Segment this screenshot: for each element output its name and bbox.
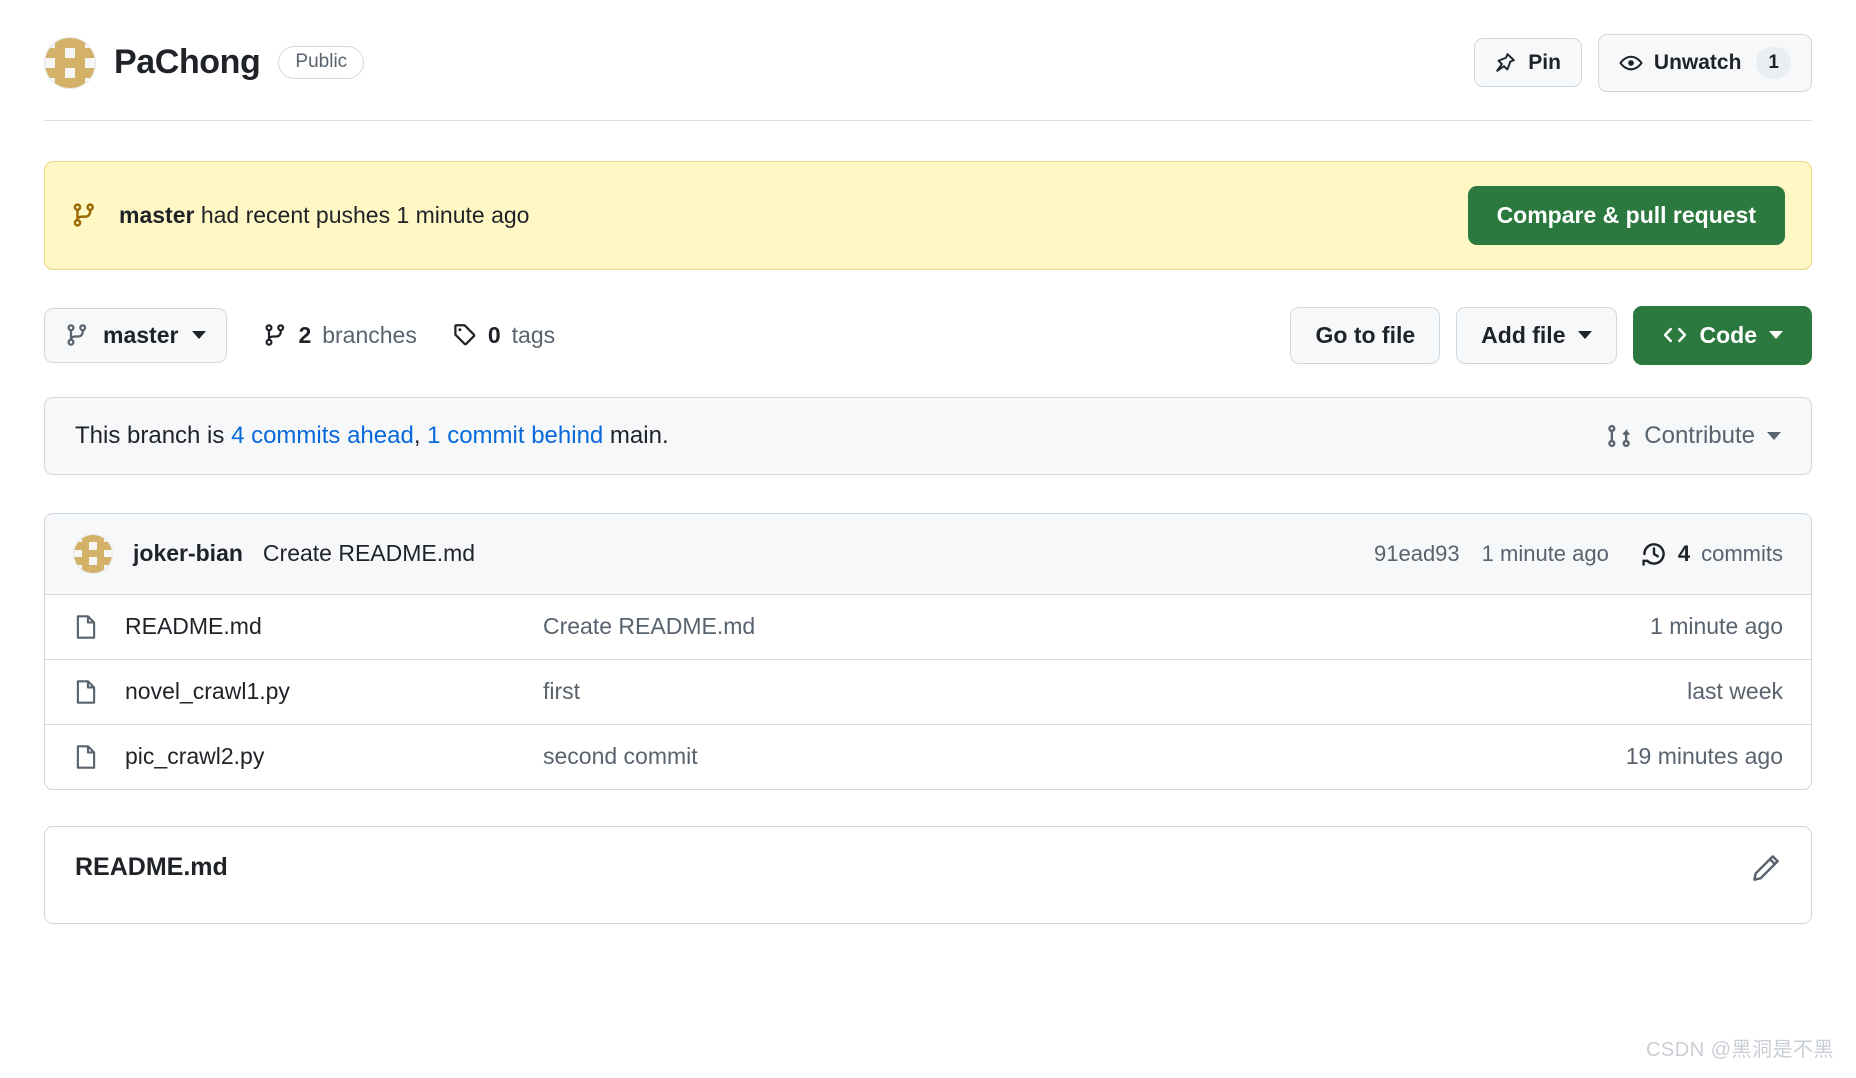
header-actions: Pin Unwatch 1 [1474, 34, 1812, 92]
tag-icon [453, 323, 477, 347]
file-name-link[interactable]: novel_crawl1.py [125, 678, 290, 705]
pin-button-label: Pin [1528, 51, 1561, 75]
chevron-down-icon [1769, 331, 1783, 340]
file-name-link[interactable]: README.md [125, 613, 262, 640]
code-icon [1662, 322, 1688, 348]
file-commit-time: 19 minutes ago [1625, 743, 1783, 770]
table-row: novel_crawl1.py first last week [45, 660, 1811, 725]
repository-page: PaChong Public Pin Unwatch 1 master had … [0, 0, 1856, 1078]
watch-count-badge: 1 [1756, 47, 1791, 79]
latest-commit-right: 91ead93 1 minute ago 4 commits [1374, 541, 1783, 567]
branches-count[interactable]: 2 branches [263, 321, 417, 349]
file-icon [73, 742, 99, 772]
recent-push-detail: had recent pushes 1 minute ago [194, 201, 530, 228]
recent-push-banner: master had recent pushes 1 minute ago Co… [44, 160, 1812, 270]
commit-author-avatar [73, 533, 113, 574]
commit-count-value: 4 [1677, 540, 1691, 566]
commit-sha[interactable]: 91ead93 [1374, 541, 1460, 567]
page-title[interactable]: PaChong [114, 43, 261, 82]
tags-count-value: 0 [487, 321, 501, 348]
contribute-label: Contribute [1644, 421, 1755, 449]
commit-message[interactable]: Create README.md [263, 540, 475, 567]
header-divider [44, 119, 1812, 121]
branch-compare-notice: This branch is 4 commits ahead, 1 commit… [44, 396, 1812, 475]
latest-commit-left: joker-bian Create README.md [73, 533, 475, 574]
branch-toolbar-right: Go to file Add file Code [1290, 305, 1812, 365]
file-rows: README.md Create README.md 1 minute ago no… [45, 595, 1811, 789]
code-button-label: Code [1699, 321, 1758, 348]
compare-separator: , [413, 421, 428, 449]
readme-panel: README.md [44, 825, 1812, 924]
file-icon [73, 612, 99, 642]
code-button[interactable]: Code [1632, 305, 1812, 365]
file-name-cell: novel_crawl1.py [73, 677, 543, 707]
file-commit-time: 1 minute ago [1650, 613, 1783, 640]
table-row: pic_crawl2.py second commit 19 minutes ago [45, 725, 1811, 789]
branches-count-label: branches [322, 321, 417, 348]
eye-icon [1619, 51, 1643, 75]
contribute-button[interactable]: Contribute [1606, 422, 1781, 450]
repo-title-group: PaChong Public [44, 36, 365, 89]
file-commit-message[interactable]: first [543, 678, 1687, 705]
recent-push-branch: master [119, 201, 195, 228]
branch-compare-text: This branch is 4 commits ahead, 1 commit… [75, 422, 669, 450]
visibility-badge: Public [278, 46, 365, 80]
csdn-watermark: CSDN @黑洞是不黑 [1645, 1039, 1834, 1061]
git-branch-icon [263, 323, 287, 347]
git-branch-icon [71, 202, 97, 228]
latest-commit-header: joker-bian Create README.md 91ead93 1 mi… [45, 513, 1811, 595]
unwatch-button[interactable]: Unwatch 1 [1597, 34, 1812, 92]
commit-author-name[interactable]: joker-bian [133, 540, 243, 567]
chevron-down-icon [1767, 431, 1781, 440]
file-list-table: joker-bian Create README.md 91ead93 1 mi… [44, 512, 1812, 790]
branch-selector-label: master [103, 321, 179, 348]
compare-prefix: This branch is [75, 421, 232, 449]
table-row: README.md Create README.md 1 minute ago [45, 595, 1811, 660]
recent-push-message: master had recent pushes 1 minute ago [71, 202, 529, 229]
file-commit-message[interactable]: second commit [543, 743, 1626, 770]
readme-title: README.md [75, 852, 228, 881]
tags-count-label: tags [511, 321, 556, 348]
recent-push-text: master had recent pushes 1 minute ago [119, 202, 529, 229]
commits-ahead-link[interactable]: 4 commits ahead [231, 422, 414, 449]
pin-button[interactable]: Pin [1474, 38, 1582, 88]
add-file-label: Add file [1481, 321, 1566, 348]
go-to-file-button[interactable]: Go to file [1290, 306, 1441, 364]
file-icon [73, 677, 99, 707]
file-commit-time: last week [1687, 678, 1783, 705]
chevron-down-icon [192, 331, 207, 340]
unwatch-button-label: Unwatch [1653, 51, 1742, 75]
branch-selector-button[interactable]: master [44, 307, 228, 363]
file-name-link[interactable]: pic_crawl2.py [125, 743, 264, 770]
compare-suffix: main. [603, 421, 669, 449]
pin-icon [1495, 52, 1517, 74]
branches-count-value: 2 [298, 321, 312, 348]
chevron-down-icon [1577, 331, 1592, 340]
history-icon [1641, 541, 1667, 567]
branch-toolbar-left: master 2 branches 0 tags [44, 307, 555, 363]
file-name-cell: pic_crawl2.py [73, 742, 543, 772]
identicon-avatar [44, 36, 96, 89]
file-commit-message[interactable]: Create README.md [543, 613, 1650, 640]
pencil-icon[interactable] [1751, 853, 1781, 883]
compare-and-pull-request-button[interactable]: Compare & pull request [1467, 185, 1785, 245]
commit-history-link[interactable]: 4 commits [1641, 541, 1783, 567]
commits-behind-link[interactable]: 1 commit behind [427, 422, 603, 449]
branch-toolbar: master 2 branches 0 tags Go to file Add … [44, 305, 1812, 365]
git-branch-icon [65, 323, 89, 347]
git-pull-request-icon [1606, 423, 1632, 449]
commit-count-label: commits [1701, 540, 1783, 566]
repo-header: PaChong Public Pin Unwatch 1 [0, 0, 1856, 92]
commit-date: 1 minute ago [1481, 540, 1609, 566]
file-name-cell: README.md [73, 612, 543, 642]
add-file-button[interactable]: Add file [1456, 306, 1617, 364]
tags-count[interactable]: 0 tags [453, 322, 555, 349]
